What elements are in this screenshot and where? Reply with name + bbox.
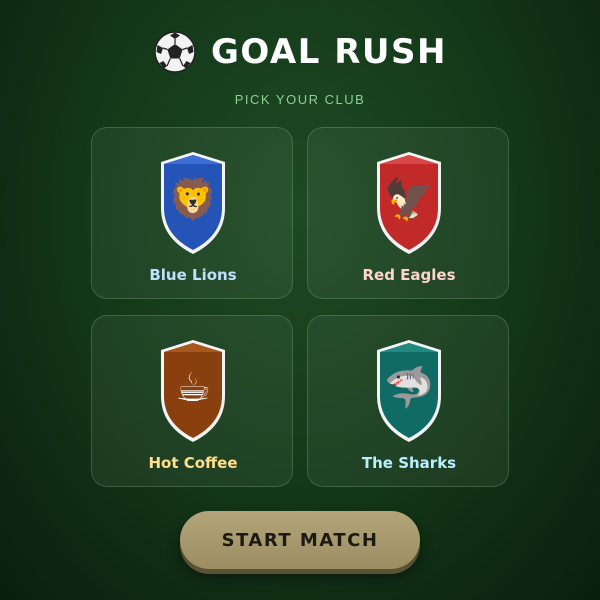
team-card-hot-coffee[interactable]: ☕ Hot Coffee: [91, 315, 293, 487]
game-title: GOAL RUSH: [211, 32, 447, 72]
subtitle: PICK YOUR CLUB: [234, 92, 366, 107]
soccer-ball-icon: [154, 31, 196, 73]
team-name: The Sharks: [361, 454, 457, 472]
eagle-emblem-icon: 🦅: [384, 178, 434, 222]
coffee-emblem-icon: ☕: [175, 366, 211, 410]
shark-emblem-icon: 🦈: [384, 366, 434, 410]
title-row: GOAL RUSH: [0, 30, 600, 74]
team-card-blue-lions[interactable]: 🦁 Blue Lions: [91, 127, 293, 299]
team-card-red-eagles[interactable]: 🦅 Red Eagles: [307, 127, 509, 299]
team-name: Blue Lions: [149, 266, 237, 284]
team-name: Red Eagles: [362, 266, 456, 284]
lion-emblem-icon: 🦁: [168, 178, 218, 222]
team-card-the-sharks[interactable]: 🦈 The Sharks: [307, 315, 509, 487]
start-match-button[interactable]: START MATCH: [180, 511, 420, 569]
team-name: Hot Coffee: [148, 454, 238, 472]
